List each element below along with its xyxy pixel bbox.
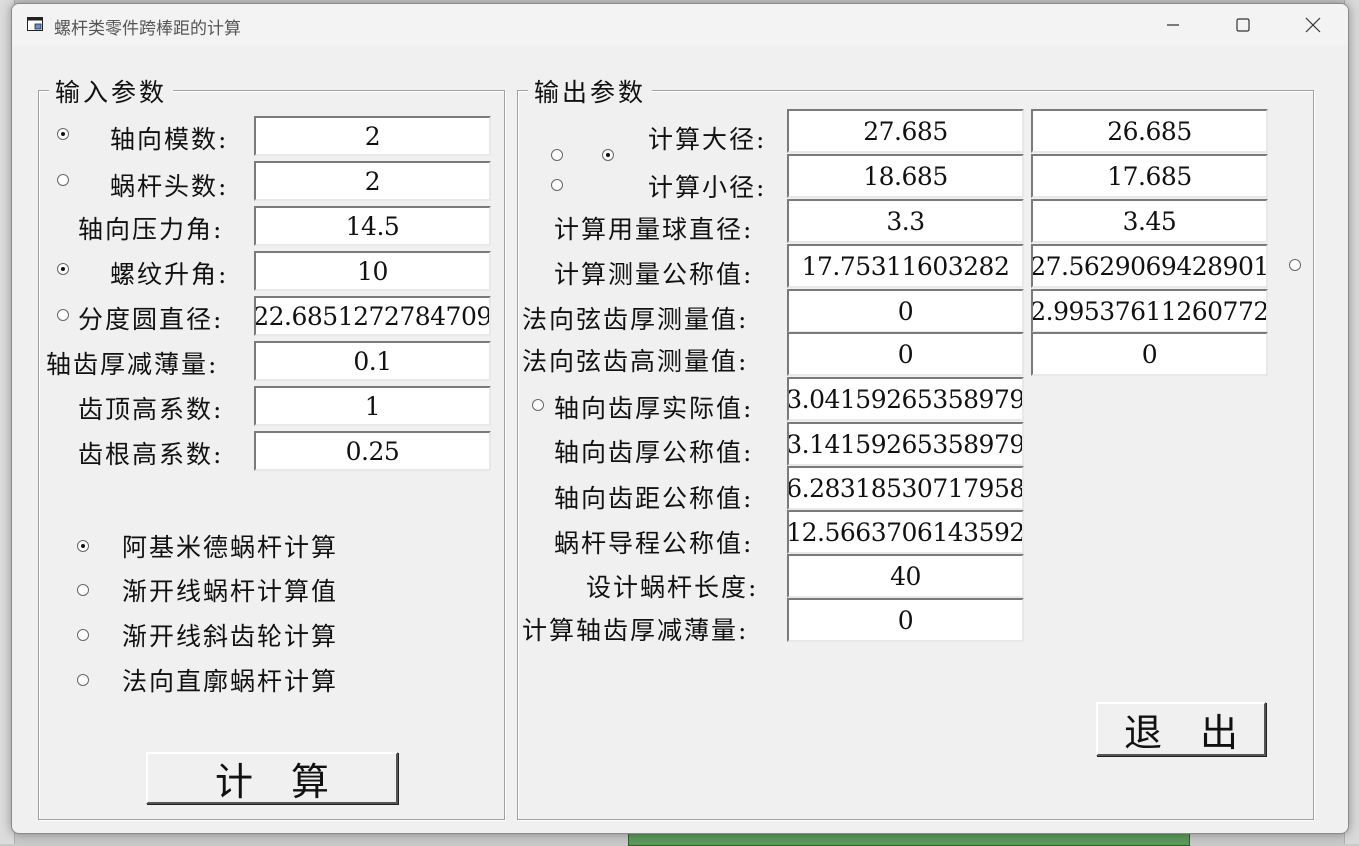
minor-diameter-value-1[interactable]: 18.685 [787, 154, 1024, 198]
minor-diameter-label: 计算小径: [648, 173, 767, 202]
tooth-thinning-label: 轴齿厚减薄量: [46, 350, 219, 379]
dedendum-coef-label: 齿根高系数: [78, 440, 224, 469]
normal-chordal-thickness-value-1[interactable]: 0 [787, 289, 1024, 333]
calc-thinning-label: 计算轴齿厚减薄量: [522, 616, 749, 645]
thread-starts-input[interactable]: 2 [254, 161, 491, 201]
title-bar[interactable]: 螺杆类零件跨棒距的计算 [12, 4, 1348, 46]
maximize-icon [1236, 18, 1250, 32]
addendum-coef-label: 齿顶高系数: [78, 395, 224, 424]
major-diameter-value-2[interactable]: 26.685 [1031, 109, 1268, 153]
worm-length-value[interactable]: 40 [787, 554, 1024, 598]
ball-diameter-value-2[interactable]: 3.45 [1031, 199, 1268, 243]
actual-axial-thickness-label: 轴向齿厚实际值: [554, 394, 754, 423]
minimize-button[interactable] [1138, 4, 1208, 46]
nominal-axial-thickness-value[interactable]: 3.14159265358979 [787, 422, 1024, 466]
addendum-coef-input[interactable]: 1 [254, 386, 491, 426]
normal-chordal-height-value-2[interactable]: 0 [1031, 332, 1268, 376]
normal-chordal-height-label: 法向弦齿高测量值: [522, 347, 749, 376]
normal-chordal-thickness-value-2[interactable]: 2.99537611260772 [1031, 289, 1268, 333]
exit-button[interactable]: 退 出 [1096, 702, 1266, 756]
mode-helical-gear-label[interactable]: 渐开线斜齿轮计算 [122, 617, 338, 653]
nominal-measurement-value-1[interactable]: 17.75311603282 [787, 244, 1024, 288]
input-params-title: 输入参数 [49, 73, 174, 109]
ball-diameter-label: 计算用量球直径: [554, 215, 754, 244]
ball-diameter-value-1[interactable]: 3.3 [787, 199, 1024, 243]
close-icon [1305, 17, 1321, 33]
nominal-measurement-value-2[interactable]: 27.5629069428901 [1031, 244, 1268, 288]
axial-pressure-angle-label: 轴向压力角: [78, 215, 224, 244]
lead-angle-input[interactable]: 10 [254, 251, 491, 291]
mode-archimedes-radio[interactable] [77, 540, 89, 552]
lead-angle-radio[interactable] [57, 263, 69, 275]
minor-diameter-value-2[interactable]: 17.685 [1031, 154, 1268, 198]
major-diameter-radio-a[interactable] [551, 149, 563, 161]
major-diameter-label: 计算大径: [648, 125, 767, 154]
mode-involute-worm-radio[interactable] [77, 584, 89, 596]
major-diameter-radio-b[interactable] [602, 149, 614, 161]
nominal-measurement-radio[interactable] [1289, 259, 1301, 271]
thread-starts-radio[interactable] [57, 174, 69, 186]
axial-module-input[interactable]: 2 [254, 116, 491, 156]
normal-chordal-height-value-1[interactable]: 0 [787, 332, 1024, 376]
calc-thinning-value[interactable]: 0 [787, 598, 1024, 642]
thread-starts-label: 蜗杆头数: [110, 172, 229, 201]
pitch-diameter-label: 分度圆直径: [78, 305, 224, 334]
calculate-button[interactable]: 计 算 [146, 752, 398, 804]
pitch-diameter-radio[interactable] [57, 309, 69, 321]
nominal-measurement-label: 计算测量公称值: [554, 260, 754, 289]
lead-angle-label: 螺纹升角: [110, 260, 229, 289]
nominal-lead-value[interactable]: 12.5663706143592 [787, 510, 1024, 554]
mode-helical-gear-radio[interactable] [77, 629, 89, 641]
close-button[interactable] [1278, 4, 1348, 46]
mode-normal-straight-label[interactable]: 法向直廓蜗杆计算 [122, 662, 338, 698]
minor-diameter-radio[interactable] [551, 179, 563, 191]
actual-axial-thickness-radio[interactable] [532, 399, 544, 411]
worm-length-label: 设计蜗杆长度: [586, 573, 759, 602]
mode-involute-worm-label[interactable]: 渐开线蜗杆计算值 [122, 572, 338, 608]
pitch-diameter-input[interactable]: 22.6851272784709 [254, 296, 491, 336]
nominal-lead-label: 蜗杆导程公称值: [554, 529, 754, 558]
actual-axial-thickness-value[interactable]: 3.04159265358979 [787, 377, 1024, 421]
axial-pressure-angle-input[interactable]: 14.5 [254, 206, 491, 246]
nominal-axial-thickness-label: 轴向齿厚公称值: [554, 438, 754, 467]
window-title: 螺杆类零件跨棒距的计算 [54, 19, 241, 39]
axial-module-label: 轴向模数: [110, 125, 229, 154]
dedendum-coef-input[interactable]: 0.25 [254, 431, 491, 471]
output-params-title: 输出参数 [528, 73, 653, 109]
axial-module-radio[interactable] [57, 128, 69, 140]
major-diameter-value-1[interactable]: 27.685 [787, 109, 1024, 153]
minimize-icon [1167, 24, 1179, 26]
app-icon [27, 17, 43, 31]
normal-chordal-thickness-label: 法向弦齿厚测量值: [522, 305, 749, 334]
mode-archimedes-label[interactable]: 阿基米德蜗杆计算 [122, 528, 338, 564]
maximize-button[interactable] [1208, 4, 1278, 46]
main-window: 螺杆类零件跨棒距的计算 输入参数 轴向模数: 2 蜗杆头数: 2 轴向压力角: … [11, 3, 1349, 834]
nominal-axial-pitch-value[interactable]: 6.28318530717958 [787, 466, 1024, 510]
tooth-thinning-input[interactable]: 0.1 [254, 341, 491, 381]
mode-normal-straight-radio[interactable] [77, 674, 89, 686]
nominal-axial-pitch-label: 轴向齿距公称值: [554, 484, 754, 513]
